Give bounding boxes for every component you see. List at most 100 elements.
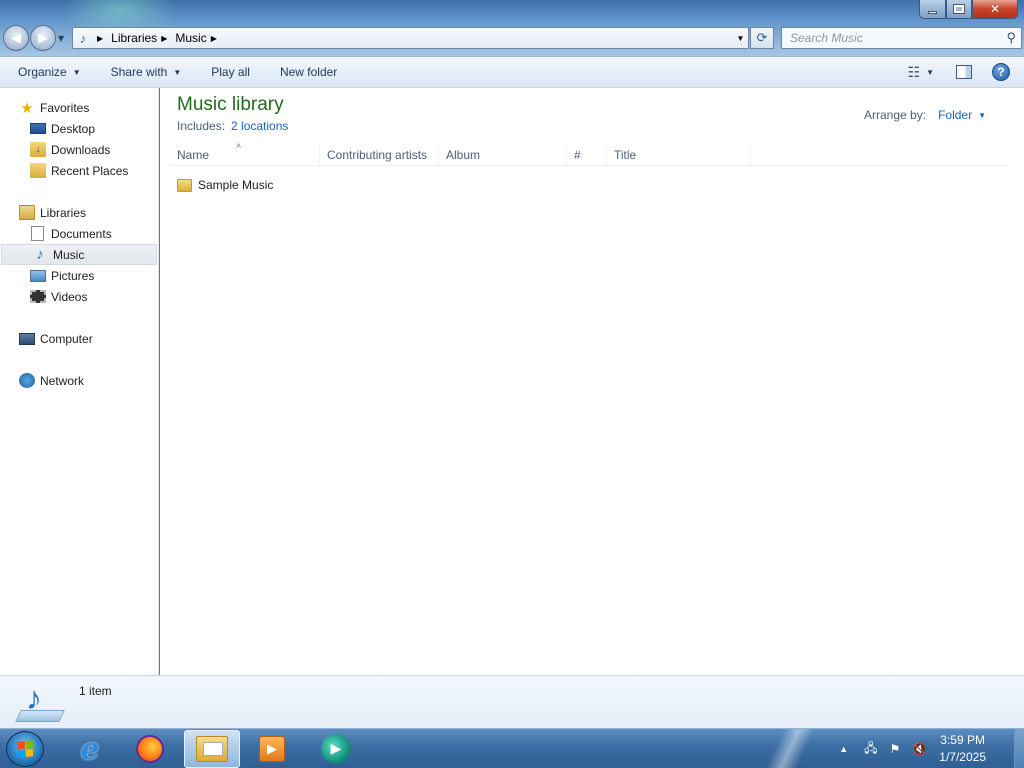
computer-icon	[19, 332, 35, 345]
column-header-contributing-artists[interactable]: Contributing artists	[320, 143, 439, 166]
view-options-chevron-icon[interactable]: ▼	[926, 68, 934, 77]
list-item[interactable]: Sample Music	[177, 176, 273, 194]
sidebar-item-label: Documents	[51, 226, 112, 241]
sidebar-item-videos[interactable]: Videos	[0, 286, 157, 307]
details-pane: ♪ 1 item	[0, 675, 1024, 728]
search-icon[interactable]: ⚲	[1006, 30, 1016, 46]
sidebar-item-libraries[interactable]: Libraries	[0, 202, 157, 223]
back-arrow-icon: ◀	[11, 30, 21, 46]
arrange-by-label: Arrange by:	[864, 108, 927, 122]
column-header-album[interactable]: Album	[439, 143, 567, 166]
downloads-folder-icon: ↓	[30, 142, 46, 157]
arrange-by-dropdown[interactable]: Folder	[938, 108, 972, 122]
sidebar-item-label: Music	[53, 247, 85, 262]
search-placeholder: Search Music	[790, 31, 863, 45]
column-label: Contributing artists	[327, 147, 428, 162]
sidebar-item-computer[interactable]: Computer	[0, 328, 157, 349]
start-button[interactable]	[6, 731, 44, 767]
clock-date: 1/7/2025	[939, 750, 986, 764]
breadcrumb-libraries[interactable]: Libraries	[111, 31, 157, 45]
organize-button[interactable]: Organize ▼	[0, 57, 96, 87]
column-label: Title	[614, 147, 637, 162]
sidebar-item-label: Videos	[51, 289, 88, 304]
sidebar-item-network[interactable]: Network	[0, 370, 157, 391]
share-with-button[interactable]: Share with ▼	[96, 57, 197, 87]
address-bar[interactable]: ♪ ▶ Libraries ▶ Music ▶ ▼	[72, 27, 749, 49]
action-center-flag-icon[interactable]: ⚑	[890, 742, 901, 756]
content-pane: Music library Includes: 2 locations Arran…	[160, 88, 1024, 675]
network-icon	[19, 373, 35, 388]
sidebar-item-music[interactable]: ♪ Music	[1, 244, 157, 265]
volume-muted-icon[interactable]: 🔇	[912, 742, 927, 756]
sidebar-item-favorites[interactable]: ★ Favorites	[0, 97, 157, 118]
preview-pane-icon[interactable]	[956, 65, 972, 79]
sidebar-item-recent-places[interactable]: Recent Places	[0, 160, 157, 181]
minimize-button[interactable]	[919, 0, 946, 19]
forward-button[interactable]: ▶	[30, 25, 56, 51]
taskbar: e ▶ ▶ ▲ 🖧 ⚑ 🔇 3:59 PM 1/7/2025	[0, 728, 1024, 768]
search-input[interactable]: Search Music ⚲	[781, 27, 1022, 49]
music-library-icon: ♪	[15, 680, 65, 724]
column-label: #	[574, 147, 581, 162]
desktop-icon	[30, 123, 46, 134]
item-count: 1 item	[79, 684, 112, 698]
play-all-button[interactable]: Play all	[196, 57, 265, 87]
window-title-bar: ✕ ◀ ▶ ▼ ♪ ▶ Libraries ▶ Music ▶ ▼ ⟳ Sear…	[0, 0, 1024, 56]
sidebar-item-label: Libraries	[40, 205, 87, 220]
taskbar-firefox[interactable]	[122, 730, 178, 768]
column-header-number[interactable]: #	[567, 143, 607, 166]
music-note-icon: ♪	[36, 246, 44, 263]
sidebar-item-desktop[interactable]: Desktop	[0, 118, 157, 139]
refresh-icon: ⟳	[756, 30, 768, 46]
sidebar-item-label: Computer	[40, 331, 93, 346]
sidebar-item-pictures[interactable]: Pictures	[0, 265, 157, 286]
media-center-icon: ▶	[321, 734, 351, 764]
refresh-button[interactable]: ⟳	[750, 27, 774, 49]
breadcrumb-separator-icon[interactable]: ▶	[97, 34, 103, 43]
address-dropdown-icon[interactable]: ▼	[732, 34, 748, 43]
windows-logo-icon	[17, 740, 33, 758]
network-status-icon[interactable]: 🖧	[864, 739, 877, 760]
clock-time: 3:59 PM	[940, 733, 985, 747]
breadcrumb-separator-icon[interactable]: ▶	[161, 34, 167, 43]
show-desktop-button[interactable]	[1014, 729, 1024, 768]
new-folder-label: New folder	[279, 65, 338, 79]
window-controls: ✕	[919, 0, 1018, 19]
back-button[interactable]: ◀	[3, 25, 29, 51]
folder-icon	[177, 178, 192, 192]
maximize-button[interactable]	[946, 0, 972, 19]
sidebar-item-label: Recent Places	[51, 163, 129, 178]
column-header-name[interactable]: ˄ Name	[170, 141, 320, 166]
taskbar-internet-explorer[interactable]: e	[62, 730, 118, 768]
navigation-pane: ★ Favorites Desktop ↓ Downloads Recent P…	[0, 88, 159, 675]
sidebar-item-documents[interactable]: Documents	[0, 223, 157, 244]
internet-explorer-icon: e	[80, 731, 100, 767]
help-icon[interactable]: ?	[992, 63, 1010, 81]
taskbar-media-player[interactable]: ▶	[244, 730, 300, 768]
breadcrumb-music[interactable]: Music	[175, 31, 206, 45]
arrange-by: Arrange by: Folder ▼	[864, 108, 986, 122]
column-label: Album	[446, 147, 481, 162]
music-note-icon: ♪	[26, 680, 42, 716]
pictures-icon	[30, 269, 46, 282]
taskbar-media-center[interactable]: ▶	[308, 730, 364, 768]
music-note-icon: ♪	[79, 30, 87, 46]
includes-label: Includes:	[177, 119, 226, 133]
recent-pages-dropdown[interactable]: ▼	[58, 34, 70, 43]
chevron-down-icon: ▼	[173, 67, 182, 77]
show-hidden-icons-icon[interactable]: ▲	[839, 744, 848, 754]
new-folder-button[interactable]: New folder	[265, 57, 352, 87]
star-icon: ★	[20, 99, 34, 117]
page-title: Music library	[177, 94, 284, 115]
view-details-icon[interactable]: ☷	[908, 64, 921, 81]
chevron-down-icon[interactable]: ▼	[978, 111, 986, 120]
taskbar-windows-explorer[interactable]	[184, 730, 240, 768]
column-header-title[interactable]: Title	[607, 143, 751, 166]
close-button[interactable]: ✕	[972, 0, 1018, 19]
play-all-label: Play all	[211, 65, 250, 79]
breadcrumb-separator-icon[interactable]: ▶	[211, 34, 217, 43]
documents-icon	[31, 226, 44, 241]
locations-link[interactable]: 2 locations	[231, 119, 288, 133]
clock[interactable]: 3:59 PM 1/7/2025	[939, 732, 986, 766]
sidebar-item-downloads[interactable]: ↓ Downloads	[0, 139, 157, 160]
